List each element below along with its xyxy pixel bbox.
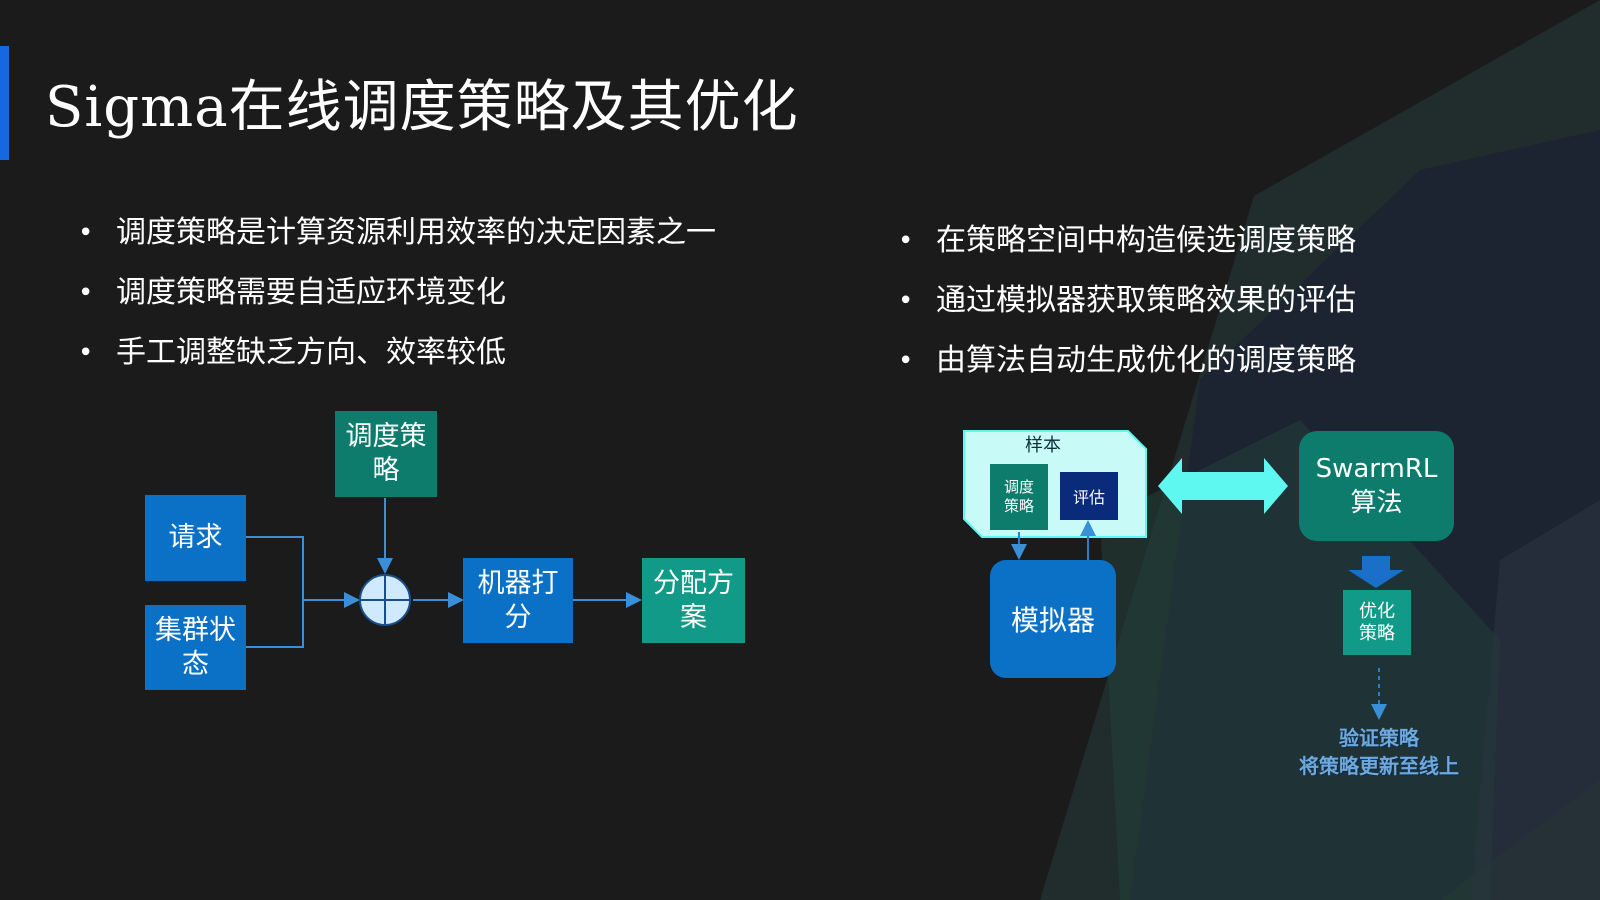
simulator-box: 模拟器 — [990, 560, 1116, 678]
algorithm-label: 算法 — [1350, 488, 1403, 518]
down-arrow-icon — [1348, 556, 1404, 588]
swarmrl-algorithm-box: SwarmRL 算法 — [1299, 431, 1454, 541]
simulator-label: 模拟器 — [1010, 604, 1095, 637]
optimized-policy-label: 优化策略 — [1359, 600, 1395, 644]
sample-eval-label: 评估 — [1072, 488, 1105, 507]
deploy-text: 将策略更新至线上 — [1299, 754, 1459, 778]
algorithm-name: SwarmRL — [1315, 454, 1438, 484]
sample-eval-box: 评估 — [1060, 472, 1118, 520]
sample-policy-label: 调度策略 — [1003, 478, 1034, 515]
validate-text: 验证策略 — [1339, 726, 1419, 750]
optimized-policy-box: 优化策略 — [1343, 590, 1411, 655]
deploy-note: 验证策略 将策略更新至线上 — [1284, 724, 1474, 780]
sample-policy-box: 调度策略 — [990, 464, 1048, 530]
double-arrow-icon — [1158, 458, 1288, 514]
sample-label: 样本 — [1025, 435, 1061, 456]
